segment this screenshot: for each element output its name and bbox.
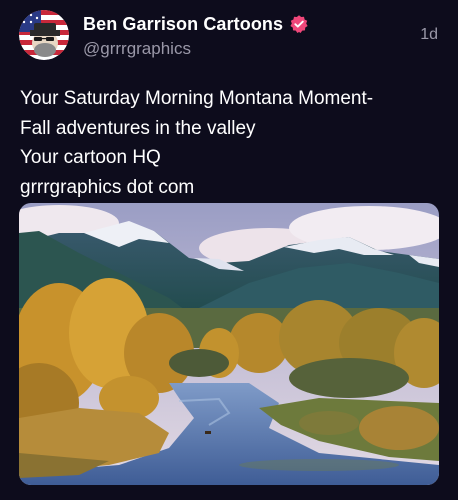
post-media-image[interactable] bbox=[19, 203, 439, 485]
avatar-image bbox=[19, 10, 69, 60]
post-body-line: grrrgraphics dot com bbox=[20, 176, 195, 198]
author-display-name[interactable]: Ben Garrison Cartoons bbox=[83, 14, 283, 35]
post-card[interactable]: Ben Garrison Cartoons @grrrgraphics 1d Y… bbox=[0, 0, 458, 500]
author-handle[interactable]: @grrrgraphics bbox=[83, 39, 438, 59]
verified-badge-icon bbox=[289, 14, 309, 34]
post-body-line: Your cartoon HQ bbox=[20, 147, 161, 168]
post-body: Your Saturday Morning Montana Moment- Fa… bbox=[20, 84, 438, 202]
post-header: Ben Garrison Cartoons @grrrgraphics bbox=[83, 12, 438, 59]
avatar[interactable] bbox=[19, 10, 69, 60]
landscape-photo bbox=[19, 203, 439, 485]
post-body-line: Your Saturday Morning Montana Moment- bbox=[20, 88, 374, 109]
post-timestamp[interactable]: 1d bbox=[420, 26, 438, 44]
post-body-line: Fall adventures in the valley bbox=[20, 117, 256, 139]
author-row: Ben Garrison Cartoons bbox=[83, 12, 438, 36]
